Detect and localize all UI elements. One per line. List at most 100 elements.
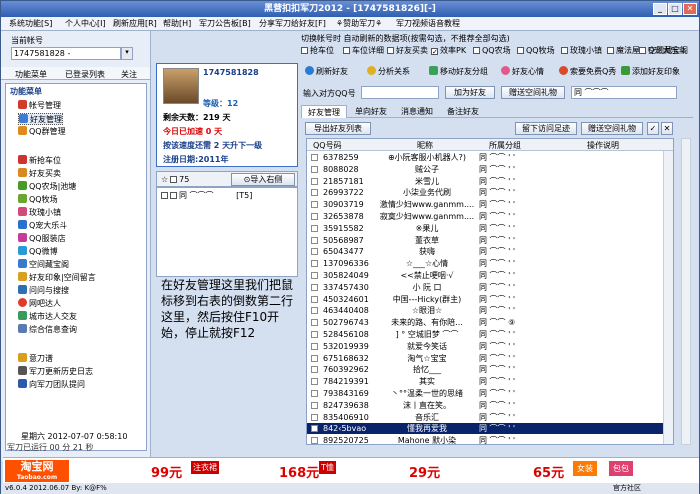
row-checkbox[interactable] [311,165,318,173]
table-row[interactable]: 8088028 贼公子 同 ⌒⌒ ' ' [307,164,673,175]
menu-item-parking[interactable]: 新抢车位 [18,155,61,167]
opt-treasure[interactable]: 空间藏宝阁 [639,45,688,56]
row-checkbox[interactable] [311,295,318,303]
ad-tag-2[interactable]: T恤 [319,461,336,474]
row-checkbox[interactable] [311,154,318,161]
menu-item-daopu[interactable]: 意刀谱 [18,353,53,365]
menu-item-pet[interactable]: Q宠大乐斗 [18,220,67,232]
tab-remark[interactable]: 备注好友 [441,105,485,118]
refresh-friends-button[interactable]: 刷新好友 [305,66,348,77]
export-list-button[interactable]: 导出好友列表 [305,122,371,135]
target-qq-input[interactable] [361,86,439,99]
menu-item-friends[interactable]: 好友管理 [18,113,63,125]
table-row[interactable]: 30903719 激情少妇www.ganmm.... 同 ⌒⌒ ' ' [307,199,673,210]
tab-messages[interactable]: 消息通知 [395,105,439,118]
table-row[interactable]: 793843169 丶°°温柔一世的思绪 同 ⌒⌒ ' ' [307,388,673,399]
opt-farm[interactable]: QQ农场 [473,45,511,56]
menu-item-impression[interactable]: 好友印象|空间留言 [18,272,96,284]
add-friend-button[interactable]: 加为好友 [445,86,495,99]
analyze-button[interactable]: 分析关系 [367,66,410,77]
ad-tag-women[interactable]: 女装 [573,461,597,476]
col-action[interactable]: 操作说明 [587,140,619,151]
menu-item-farm[interactable]: QQ农场|池塘 [18,181,76,193]
mood-button[interactable]: 好友心情 [501,66,544,77]
menu-sponsor[interactable]: ⚘赞助军刀⚘ [336,18,382,29]
table-row[interactable]: 784219391 其实 同 ⌒⌒ ' ' [307,376,673,387]
table-row[interactable]: 835406910 音乐汇 同 ⌒⌒ ' ' [307,412,673,423]
row-checkbox[interactable] [311,224,318,232]
row-checkbox[interactable] [311,319,318,327]
row-checkbox[interactable] [311,390,318,397]
row-checkbox[interactable] [311,213,318,220]
menu-item-ranch[interactable]: QQ牧场 [18,194,58,206]
table-row[interactable]: 463440408 ☆眼泪☆ 同 ⌒⌒ ' ' [307,305,673,316]
table-row[interactable]: 65043477 获嗨 同 ⌒⌒ ' ' [307,246,673,257]
menu-system[interactable]: 系统功能[S] [9,18,52,29]
table-row[interactable]: 675168632 淘气☆宝宝 同 ⌒⌒ ' ' [307,353,673,364]
maximize-button[interactable]: □ [668,3,682,15]
import-right-button[interactable]: ⊙导入右侧 [231,173,295,186]
row-checkbox[interactable] [311,236,318,244]
col-group[interactable]: 所属分组 [489,140,521,151]
row-checkbox[interactable] [311,366,318,374]
opt-rose[interactable]: 玫瑰小镇 [561,45,602,56]
list-gift-button[interactable]: 赠送空间礼物 [581,122,643,135]
tab-logged-list[interactable]: 已登录列表 [65,69,105,80]
table-row[interactable]: 305824049 <<禁止哽咽·√ 同 ⌒⌒ ' ' [307,270,673,281]
table-row[interactable]: 21857181 米雪儿 同 ⌒⌒ ' ' [307,176,673,187]
tab-function-menu[interactable]: 功能菜单 [15,69,47,80]
table-row[interactable]: 502796743 未来的路、有你陪... 同 ⌒⌒ ⑨ [307,317,673,328]
menu-help[interactable]: 帮助[H] [163,18,191,29]
table-row[interactable]: 892520725 Mahone 默小染 同 ⌒⌒ ' ' [307,435,673,444]
uncheck-button[interactable]: ✕ [661,122,673,135]
menu-refresh[interactable]: 刷新应用[R] [113,18,157,29]
row-checkbox[interactable] [311,260,318,268]
ad-tag-bags[interactable]: 包包 [609,461,633,476]
ad-banner[interactable]: 淘宝网 Taobao.com 99元 注衣裙 168元 T恤 29元 65元 女装… [3,457,699,483]
row-checkbox[interactable] [311,283,318,291]
add-impression-button[interactable]: 添加好友印象 [621,66,680,77]
opt-trade[interactable]: 好友买卖 [387,45,428,56]
menu-item-rose[interactable]: 玫瑰小镇 [18,207,61,219]
menu-share[interactable]: 分享军刀给好友[F] [259,18,326,29]
menu-personal[interactable]: 个人中心[I] [65,18,106,29]
row-checkbox[interactable] [311,378,318,386]
group-select[interactable]: 同 ⌒⌒⌒ [571,86,677,99]
menu-item-wenwen[interactable]: 问问与搜搜 [18,285,69,297]
check-all-button[interactable]: ✓ [647,122,659,135]
visit-button[interactable]: 留下访问足迹 [515,122,577,135]
account-dropdown-icon[interactable]: ▾ [121,47,133,60]
close-button[interactable]: ✕ [683,3,697,15]
table-row[interactable]: 26993722 小柒业务代刷 同 ⌒⌒ ' ' [307,187,673,198]
opt-parking-detail[interactable]: 车位详细 [343,45,384,56]
row-checkbox[interactable] [311,354,318,362]
table-row[interactable]: 842‹5bvao 懂我再爱我 同 ⌒⌒ ' ' [307,423,673,435]
move-group-button[interactable]: 移动好友分组 [429,66,488,77]
table-row[interactable]: 50568987 董衣草 同 ⌒⌒ ' ' [307,235,673,246]
col-qq[interactable]: QQ号码 [313,140,342,151]
row-checkbox[interactable] [311,342,318,350]
opt-parking[interactable]: 抢车位 [301,45,334,56]
ad-price-3[interactable]: 29元 [409,462,440,481]
ad-price-2[interactable]: 168元 [279,462,319,481]
row-checkbox[interactable] [311,331,318,338]
row-checkbox[interactable] [311,437,318,444]
send-gift-button[interactable]: 赠送空间礼物 [501,86,565,99]
table-scrollbar[interactable] [663,151,673,444]
account-select[interactable]: 1747581828 - [11,47,121,60]
table-row[interactable]: 35915582 ※果儿 同 ⌒⌒ ' ' [307,223,673,234]
ad-tag-1[interactable]: 注衣裙 [191,461,219,474]
menu-item-trade[interactable]: 好友买卖 [18,168,61,180]
row-checkbox[interactable] [311,425,318,433]
free-qshow-button[interactable]: 索要免费Q秀 [559,66,616,77]
ad-price-4[interactable]: 65元 [533,462,564,481]
menu-item-info[interactable]: 综合信息查询 [18,324,77,336]
row-checkbox[interactable] [311,189,318,197]
taobao-logo[interactable]: 淘宝网 Taobao.com [5,460,69,482]
menu-item-weibo[interactable]: QQ微博 [18,246,58,258]
row-checkbox[interactable] [311,401,318,409]
menu-item-changelog[interactable]: 军刀更新历史日志 [18,366,93,378]
table-row[interactable]: 6378259 ⊕小阮客服小机器人?) 同 ⌒⌒ ' ' [307,152,673,163]
tab-follow[interactable]: 关注 [121,69,137,80]
row-checkbox[interactable] [311,413,318,421]
